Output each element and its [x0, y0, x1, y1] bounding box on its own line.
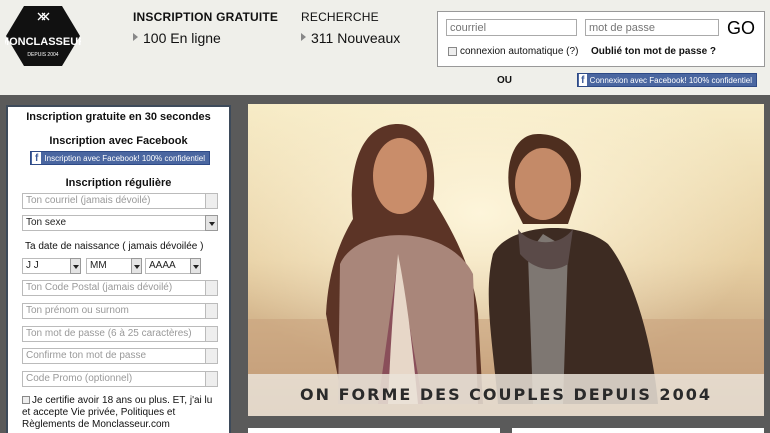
confirm-password-field[interactable]: Confirme ton mot de passe — [22, 348, 218, 364]
certify-terms: Je certifie avoir 18 ans ou plus. ET, j'… — [22, 395, 222, 431]
new-members-count[interactable]: 311 Nouveaux — [311, 30, 400, 46]
forgot-password-link[interactable]: Oublié ton mot de passe ? — [591, 46, 716, 57]
chevron-down-icon[interactable] — [205, 215, 218, 231]
login-email-input[interactable] — [446, 19, 577, 36]
monclasseur-logo[interactable]: MONCLASSEUR DEPUIS 2004 — [5, 5, 81, 67]
certify-label: Je certifie avoir 18 ans ou plus. ET, j'… — [22, 395, 213, 430]
signup-free-link[interactable]: INSCRIPTION GRATUITE — [133, 10, 278, 24]
certify-checkbox[interactable] — [22, 396, 30, 404]
firstname-field[interactable]: Ton prénom ou surnom — [22, 303, 218, 319]
promo-code-placeholder: Code Promo (optionnel) — [26, 373, 133, 384]
birth-year-select[interactable]: AAAA — [145, 258, 201, 274]
signup-email-field[interactable]: Ton courriel (jamais dévoilé) — [22, 193, 218, 209]
birth-month-value: MM — [90, 260, 107, 271]
chevron-down-icon[interactable] — [131, 258, 142, 274]
triangle-icon — [133, 33, 138, 41]
triangle-icon — [301, 33, 306, 41]
password-placeholder: Ton mot de passe (6 à 25 caractères) — [26, 328, 192, 339]
auto-login-label: connexion automatique (?) — [460, 46, 579, 57]
go-button[interactable]: GO — [727, 18, 755, 39]
signup-email-placeholder: Ton courriel (jamais dévoilé) — [26, 195, 151, 206]
password-field[interactable]: Ton mot de passe (6 à 25 caractères) — [22, 326, 218, 342]
birth-day-value: J J — [26, 260, 39, 271]
facebook-signup-button[interactable]: f Inscription avec Facebook! 100% confid… — [30, 151, 210, 165]
login-password-input[interactable] — [585, 19, 719, 36]
postal-code-field[interactable]: Ton Code Postal (jamais dévoilé) — [22, 280, 218, 296]
or-label: OU — [497, 75, 512, 86]
login-box: GO connexion automatique (?) Oublié ton … — [437, 11, 765, 67]
facebook-icon: f — [32, 152, 42, 164]
content-card — [248, 428, 500, 433]
auto-login[interactable]: connexion automatique (?) — [448, 46, 578, 57]
header: MONCLASSEUR DEPUIS 2004 INSCRIPTION GRAT… — [0, 0, 770, 95]
hero-tagline: ON FORME DES COUPLES DEPUIS 2004 — [300, 385, 712, 404]
chevron-down-icon[interactable] — [190, 258, 201, 274]
online-count[interactable]: 100 En ligne — [143, 30, 221, 46]
facebook-icon: f — [579, 74, 587, 86]
birthdate-label: Ta date de naissance ( jamais dévoilée ) — [25, 241, 204, 252]
gender-select[interactable]: Ton sexe — [22, 215, 218, 231]
couple-photo — [248, 104, 764, 416]
birth-month-select[interactable]: MM — [86, 258, 142, 274]
content-card — [512, 428, 764, 433]
signup-panel: Inscription gratuite en 30 secondes Insc… — [6, 105, 231, 433]
logo-since: DEPUIS 2004 — [27, 52, 58, 58]
firstname-placeholder: Ton prénom ou surnom — [26, 305, 129, 316]
facebook-signup-heading: Inscription avec Facebook — [49, 135, 188, 147]
search-link[interactable]: RECHERCHE — [301, 10, 379, 24]
birth-year-value: AAAA — [149, 260, 176, 271]
promo-code-field[interactable]: Code Promo (optionnel) — [22, 371, 218, 387]
confirm-password-placeholder: Confirme ton mot de passe — [26, 350, 147, 361]
birth-day-select[interactable]: J J — [22, 258, 81, 274]
facebook-login-label: Connexion avec Facebook! 100% confidenti… — [589, 75, 752, 85]
stat-search: RECHERCHE 311 Nouveaux — [301, 10, 400, 46]
logo-brand: MONCLASSEUR — [5, 36, 81, 48]
auto-login-checkbox[interactable] — [448, 47, 457, 56]
chevron-down-icon[interactable] — [70, 258, 81, 274]
postal-code-placeholder: Ton Code Postal (jamais dévoilé) — [26, 282, 173, 293]
facebook-login-button[interactable]: f Connexion avec Facebook! 100% confiden… — [577, 73, 757, 87]
signup-title: Inscription gratuite en 30 secondes — [26, 111, 211, 123]
hero-banner: ON FORME DES COUPLES DEPUIS 2004 — [248, 104, 764, 416]
facebook-signup-label: Inscription avec Facebook! 100% confiden… — [44, 153, 205, 163]
gender-value: Ton sexe — [26, 217, 67, 228]
stat-signup: INSCRIPTION GRATUITE 100 En ligne — [133, 10, 278, 46]
regular-signup-heading: Inscription régulière — [65, 177, 172, 189]
